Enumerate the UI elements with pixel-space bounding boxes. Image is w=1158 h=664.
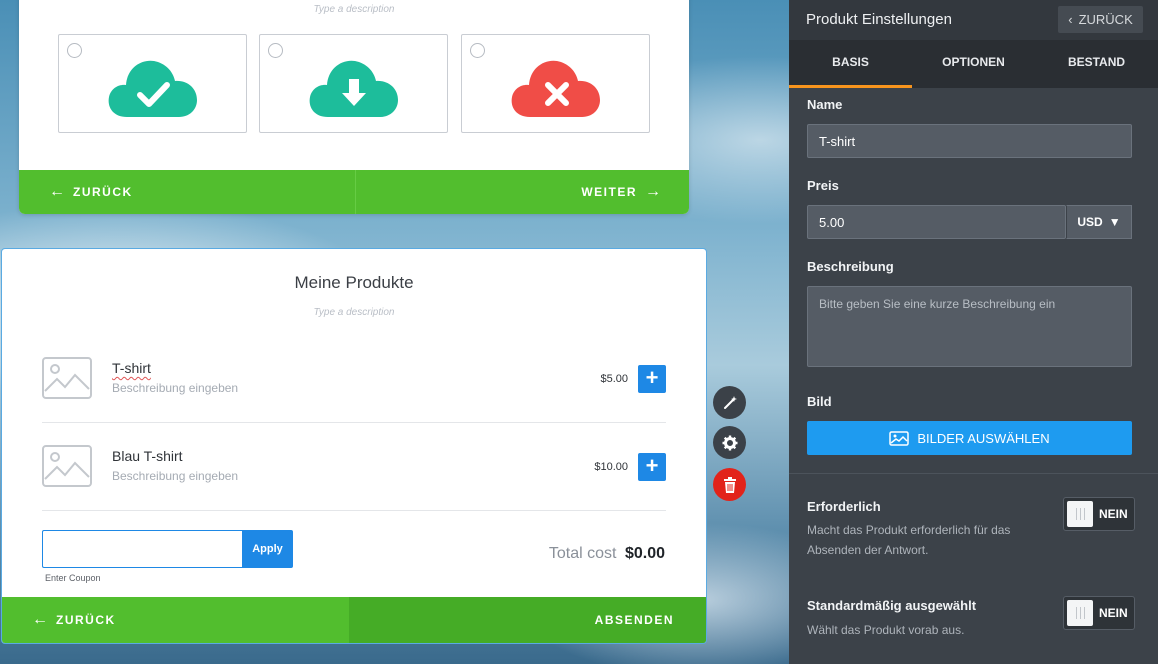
gear-icon <box>722 435 737 450</box>
default-selected-label: Standardmäßig ausgewählt <box>807 598 977 613</box>
product-price: $10.00 <box>594 461 628 473</box>
select-images-button[interactable]: BILDER AUSWÄHLEN <box>807 421 1132 455</box>
magic-wand-button[interactable] <box>713 386 746 419</box>
required-label: Erforderlich <box>807 499 881 514</box>
required-toggle[interactable]: NEIN <box>1063 497 1135 531</box>
product-settings-panel: Produkt Einstellungen ‹ ZURÜCK BASIS OPT… <box>789 0 1158 664</box>
description-placeholder[interactable]: Type a description <box>19 4 689 15</box>
description-placeholder[interactable]: Type a description <box>2 307 706 318</box>
image-label: Bild <box>807 394 832 409</box>
currency-value: USD <box>1077 215 1103 229</box>
tab-basis[interactable]: BASIS <box>789 40 912 88</box>
toggle-label: NEIN <box>1099 507 1128 521</box>
arrow-left-icon: ← <box>49 183 65 200</box>
coupon-label: Enter Coupon <box>45 573 101 583</box>
magic-wand-icon <box>723 395 737 409</box>
product-description: Beschreibung eingeben <box>112 469 239 483</box>
name-label: Name <box>807 97 843 112</box>
back-label: ZURÜCK <box>56 613 116 627</box>
toggle-knob <box>1067 501 1093 527</box>
tab-bestand[interactable]: BESTAND <box>1035 40 1158 88</box>
default-selected-toggle[interactable]: NEIN <box>1063 596 1135 630</box>
product-price: $5.00 <box>600 373 628 385</box>
product-description: Beschreibung eingeben <box>112 381 239 395</box>
image-placeholder-icon <box>42 445 92 487</box>
coupon-input[interactable] <box>42 530 242 568</box>
apply-coupon-button[interactable]: Apply <box>242 530 293 568</box>
total-label: Total cost <box>548 545 617 562</box>
product-item[interactable]: Blau T-shirt Beschreibung eingeben $10.0… <box>42 423 666 511</box>
delete-button[interactable] <box>713 468 746 501</box>
toggle-label: NEIN <box>1099 606 1128 620</box>
panel-back-label: ZURÜCK <box>1078 12 1133 27</box>
image-placeholder-icon <box>42 357 92 399</box>
divider <box>789 473 1158 474</box>
product-name: Blau T-shirt <box>112 448 183 464</box>
back-label: ZURÜCK <box>73 185 133 199</box>
cloud-download-icon <box>309 60 398 117</box>
price-field[interactable]: 5.00 <box>807 205 1066 239</box>
add-product-button[interactable]: + <box>638 365 666 393</box>
total-cost: Total cost $0.00 <box>549 545 665 563</box>
price-label: Preis <box>807 178 839 193</box>
total-value: $0.00 <box>624 545 665 562</box>
choice-option-download[interactable] <box>259 34 448 133</box>
trash-icon <box>723 476 736 493</box>
required-hint: Macht das Produkt erforderlich für das A… <box>807 523 1011 557</box>
choice-option-cross[interactable] <box>461 34 650 133</box>
submit-label: ABSENDEN <box>594 613 674 627</box>
radio-button[interactable] <box>67 43 82 58</box>
radio-button[interactable] <box>268 43 283 58</box>
panel-tabs: BASIS OPTIONEN BESTAND <box>789 40 1158 88</box>
add-product-button[interactable]: + <box>638 453 666 481</box>
back-button[interactable]: ← ZURÜCK <box>19 170 356 214</box>
currency-select[interactable]: USD ▼ <box>1066 205 1132 239</box>
cloud-cross-icon <box>511 60 600 117</box>
arrow-left-icon: ← <box>32 611 48 628</box>
product-item[interactable]: T-shirt Beschreibung eingeben $5.00 + <box>42 335 666 423</box>
image-icon <box>889 430 910 446</box>
product-list-card[interactable]: Meine Produkte Type a description T-shir… <box>1 248 707 644</box>
submit-button[interactable]: ABSENDEN <box>349 597 706 643</box>
chevron-left-icon: ‹ <box>1068 12 1073 27</box>
form-title[interactable]: Meine Produkte <box>2 273 706 293</box>
select-images-label: BILDER AUSWÄHLEN <box>917 430 1050 446</box>
product-name: T-shirt <box>112 360 151 376</box>
next-label: WEITER <box>581 185 637 199</box>
page-navigation: ← ZURÜCK WEITER → <box>19 170 689 214</box>
page-navigation: ← ZURÜCK ABSENDEN <box>2 597 706 643</box>
settings-button[interactable] <box>713 426 746 459</box>
name-field[interactable]: T-shirt <box>807 124 1132 158</box>
tab-optionen[interactable]: OPTIONEN <box>912 40 1035 88</box>
cloud-check-icon <box>108 60 197 117</box>
description-textarea[interactable]: Bitte geben Sie eine kurze Beschreibung … <box>807 286 1132 367</box>
choice-option-check[interactable] <box>58 34 247 133</box>
toggle-knob <box>1067 600 1093 626</box>
back-button[interactable]: ← ZURÜCK <box>2 597 349 643</box>
default-selected-hint: Wählt das Produkt vorab aus. <box>807 623 965 637</box>
caret-down-icon: ▼ <box>1108 215 1121 229</box>
description-label: Beschreibung <box>807 259 894 274</box>
next-button[interactable]: WEITER → <box>356 170 690 214</box>
arrow-right-icon: → <box>645 183 661 200</box>
form-canvas: Type a description ← ZURÜCK WEITER → Mei… <box>0 0 789 664</box>
panel-title: Produkt Einstellungen <box>806 11 952 28</box>
radio-button[interactable] <box>470 43 485 58</box>
panel-header: Produkt Einstellungen ‹ ZURÜCK <box>789 0 1158 40</box>
panel-back-button[interactable]: ‹ ZURÜCK <box>1058 6 1143 33</box>
image-choice-card: Type a description ← ZURÜCK WEITER → <box>19 0 689 214</box>
